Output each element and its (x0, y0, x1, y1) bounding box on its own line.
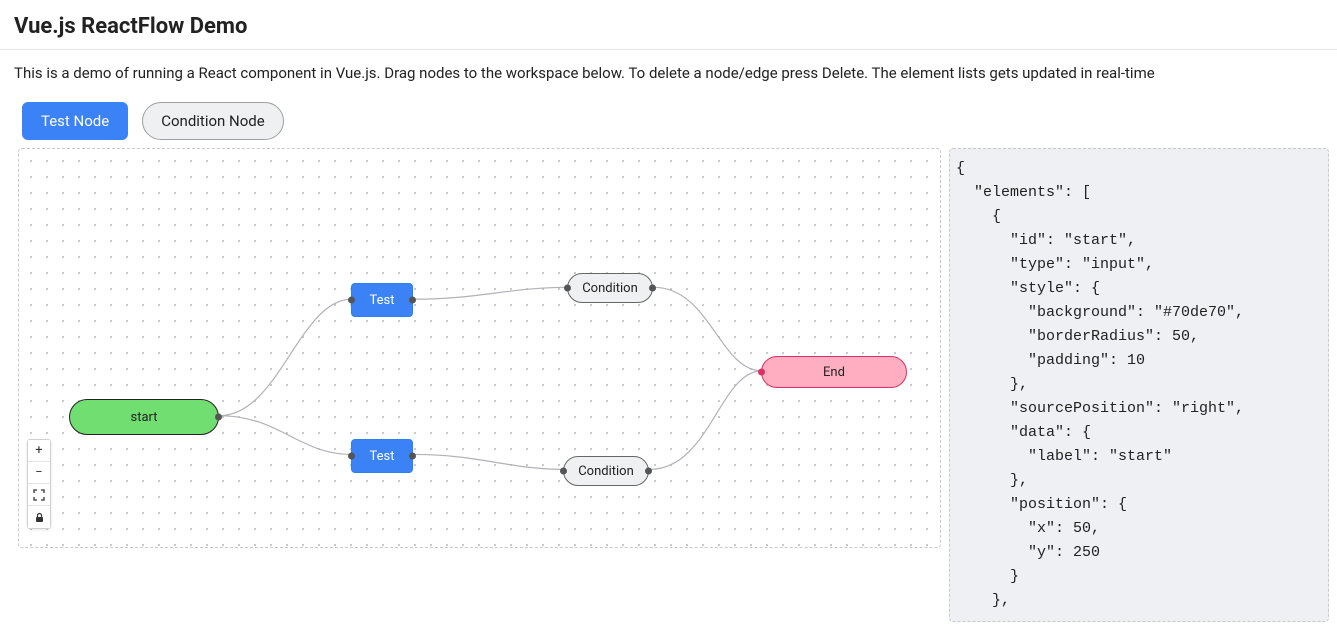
handle-right[interactable] (645, 468, 652, 475)
handle-left[interactable] (348, 297, 355, 304)
node-end[interactable]: End (761, 356, 907, 388)
edges-layer (19, 149, 940, 547)
node-label: Test (370, 449, 395, 464)
lock-icon (34, 512, 45, 523)
handle-right[interactable] (215, 414, 222, 421)
handle-left[interactable] (348, 453, 355, 460)
handle-left[interactable] (560, 468, 567, 475)
node-start[interactable]: start (69, 399, 219, 435)
handle-right[interactable] (409, 453, 416, 460)
node-test-1[interactable]: Test (351, 283, 413, 317)
node-label: Condition (582, 281, 638, 296)
json-preview: { "elements": [ { "id": "start", "type":… (956, 157, 1322, 613)
minus-icon: − (35, 465, 42, 480)
node-label: End (823, 365, 845, 380)
zoom-out-button[interactable]: − (28, 462, 50, 484)
flow-canvas[interactable]: start Test Test Condition Condition End (18, 148, 941, 548)
toolbar: Test Node Condition Node (0, 88, 1337, 148)
condition-node-button[interactable]: Condition Node (142, 102, 284, 140)
test-node-button[interactable]: Test Node (22, 102, 128, 140)
fit-icon (33, 489, 45, 501)
flow-controls: + − (27, 439, 51, 529)
node-condition-2[interactable]: Condition (563, 456, 649, 486)
node-label: start (130, 410, 157, 425)
handle-right[interactable] (409, 297, 416, 304)
lock-button[interactable] (28, 506, 50, 528)
node-label: Test (370, 293, 395, 308)
handle-right[interactable] (649, 285, 656, 292)
page-title: Vue.js ReactFlow Demo (0, 0, 1337, 50)
intro-text: This is a demo of running a React compon… (0, 50, 1337, 88)
node-label: Condition (578, 464, 634, 479)
handle-left[interactable] (758, 369, 765, 376)
node-test-2[interactable]: Test (351, 439, 413, 473)
json-panel: { "elements": [ { "id": "start", "type":… (949, 148, 1329, 622)
plus-icon: + (35, 443, 42, 458)
fit-view-button[interactable] (28, 484, 50, 506)
handle-left[interactable] (564, 285, 571, 292)
zoom-in-button[interactable]: + (28, 440, 50, 462)
node-condition-1[interactable]: Condition (567, 273, 653, 303)
